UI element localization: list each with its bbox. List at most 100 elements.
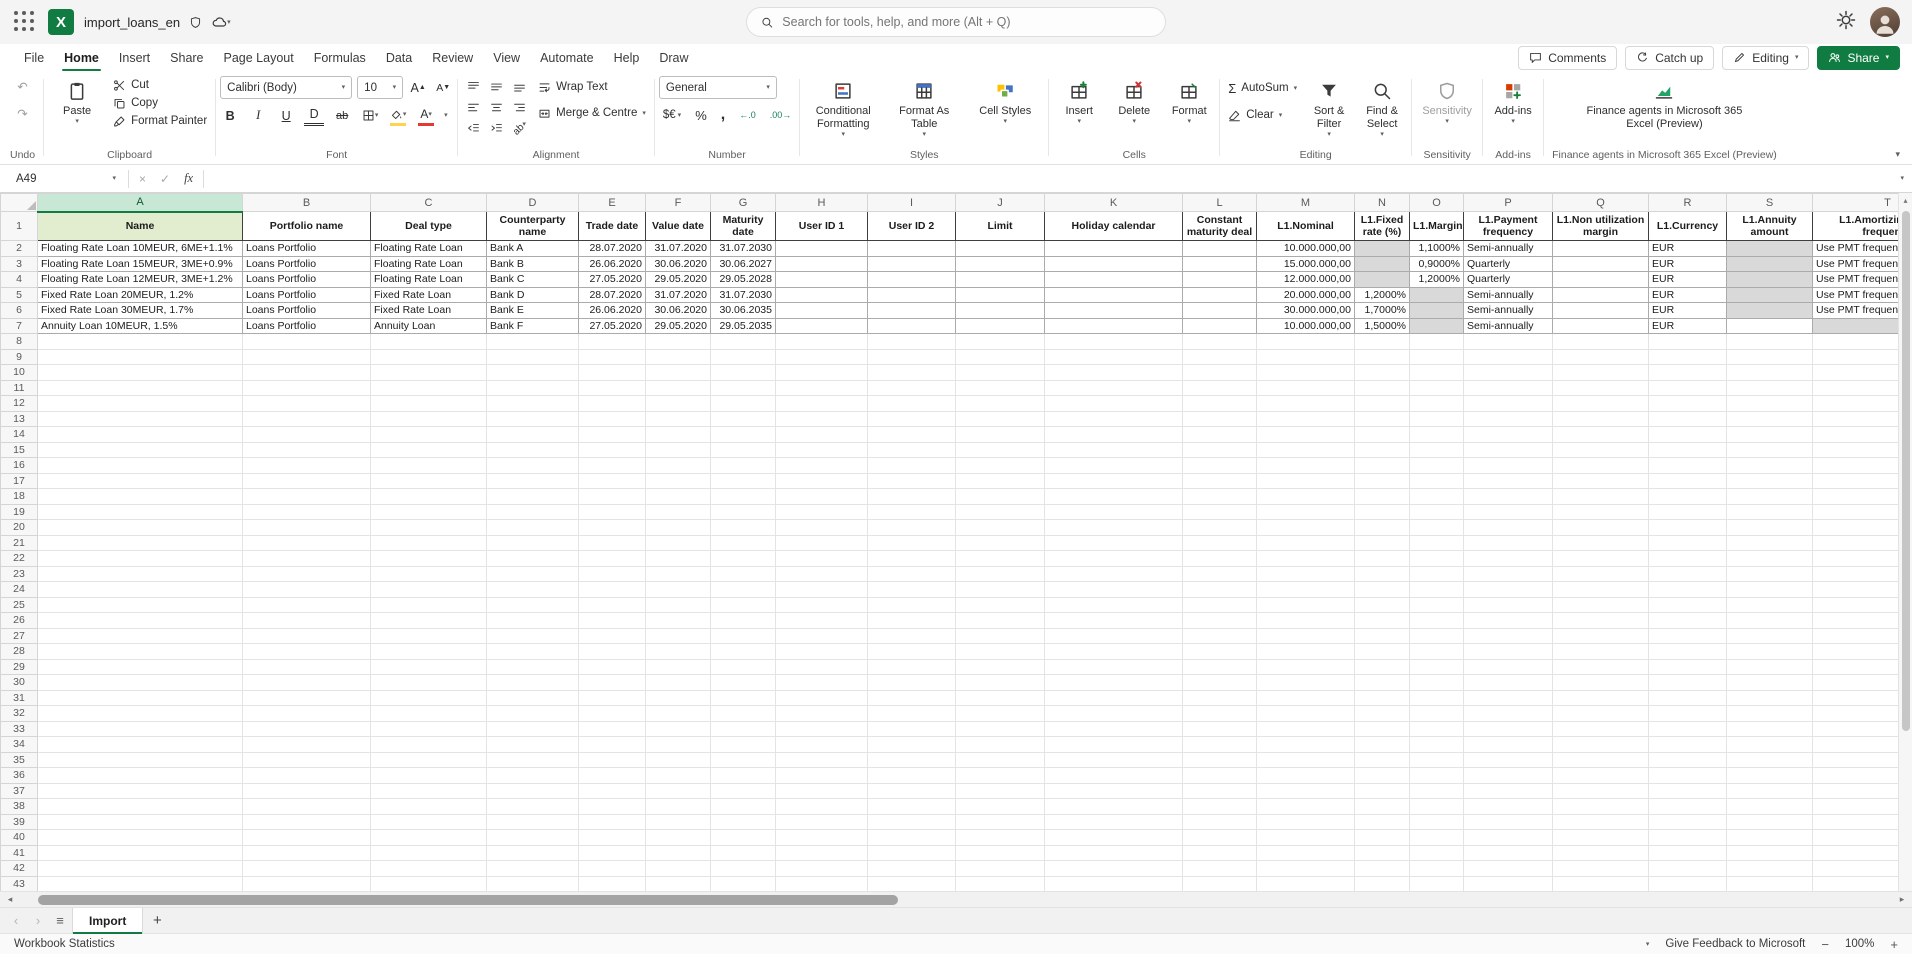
- cell-M20[interactable]: [1257, 520, 1355, 536]
- row-header-14[interactable]: 14: [1, 427, 38, 443]
- cell-A3[interactable]: Floating Rate Loan 15MEUR, 3ME+0.9%: [38, 256, 243, 272]
- cell-C10[interactable]: [371, 365, 487, 381]
- cell-Q14[interactable]: [1553, 427, 1649, 443]
- cell-J32[interactable]: [956, 706, 1045, 722]
- cell-Q35[interactable]: [1553, 752, 1649, 768]
- cell-Q43[interactable]: [1553, 876, 1649, 891]
- cell-N2[interactable]: [1355, 241, 1410, 257]
- row-header-21[interactable]: 21: [1, 535, 38, 551]
- cell-C8[interactable]: [371, 334, 487, 350]
- cell-B4[interactable]: Loans Portfolio: [243, 272, 371, 288]
- cell-H37[interactable]: [776, 783, 868, 799]
- cell-D2[interactable]: Bank A: [487, 241, 579, 257]
- cell-P14[interactable]: [1464, 427, 1553, 443]
- cell-Q5[interactable]: [1553, 287, 1649, 303]
- cell-B40[interactable]: [243, 830, 371, 846]
- cell-G7[interactable]: 29.05.2035: [711, 318, 776, 334]
- cell-S5[interactable]: [1727, 287, 1813, 303]
- cell-J3[interactable]: [956, 256, 1045, 272]
- cell-A13[interactable]: [38, 411, 243, 427]
- cell-E20[interactable]: [579, 520, 646, 536]
- cell-J31[interactable]: [956, 690, 1045, 706]
- cell-C37[interactable]: [371, 783, 487, 799]
- row-header-31[interactable]: 31: [1, 690, 38, 706]
- cell-E34[interactable]: [579, 737, 646, 753]
- cell-I16[interactable]: [868, 458, 956, 474]
- cell-S26[interactable]: [1727, 613, 1813, 629]
- cell-H43[interactable]: [776, 876, 868, 891]
- cell-O8[interactable]: [1410, 334, 1464, 350]
- cell-N14[interactable]: [1355, 427, 1410, 443]
- cell-K42[interactable]: [1045, 861, 1183, 877]
- cell-O40[interactable]: [1410, 830, 1464, 846]
- cell-D11[interactable]: [487, 380, 579, 396]
- cell-H20[interactable]: [776, 520, 868, 536]
- cell-F19[interactable]: [646, 504, 711, 520]
- cell-G33[interactable]: [711, 721, 776, 737]
- cell-O10[interactable]: [1410, 365, 1464, 381]
- cell-E29[interactable]: [579, 659, 646, 675]
- cell-B6[interactable]: Loans Portfolio: [243, 303, 371, 319]
- cell-N19[interactable]: [1355, 504, 1410, 520]
- cell-O6[interactable]: [1410, 303, 1464, 319]
- text-orientation-icon[interactable]: ab▾: [505, 114, 534, 143]
- cell-R23[interactable]: [1649, 566, 1727, 582]
- cell-M43[interactable]: [1257, 876, 1355, 891]
- column-header-I[interactable]: I: [868, 194, 956, 212]
- column-header-J[interactable]: J: [956, 194, 1045, 212]
- cell-Q3[interactable]: [1553, 256, 1649, 272]
- cell-J9[interactable]: [956, 349, 1045, 365]
- cell-R33[interactable]: [1649, 721, 1727, 737]
- cell-K19[interactable]: [1045, 504, 1183, 520]
- cell-R34[interactable]: [1649, 737, 1727, 753]
- cell-L20[interactable]: [1183, 520, 1257, 536]
- cell-D26[interactable]: [487, 613, 579, 629]
- cell-S11[interactable]: [1727, 380, 1813, 396]
- cell-S28[interactable]: [1727, 644, 1813, 660]
- cell-D39[interactable]: [487, 814, 579, 830]
- cell-S39[interactable]: [1727, 814, 1813, 830]
- cell-L23[interactable]: [1183, 566, 1257, 582]
- cell-C14[interactable]: [371, 427, 487, 443]
- cell-B15[interactable]: [243, 442, 371, 458]
- autosave-cloud-icon[interactable]: ▾: [211, 14, 231, 30]
- cell-F26[interactable]: [646, 613, 711, 629]
- cell-Q10[interactable]: [1553, 365, 1649, 381]
- cell-A30[interactable]: [38, 675, 243, 691]
- cell-Q11[interactable]: [1553, 380, 1649, 396]
- cell-E7[interactable]: 27.05.2020: [579, 318, 646, 334]
- cell-N38[interactable]: [1355, 799, 1410, 815]
- cell-D38[interactable]: [487, 799, 579, 815]
- menu-tab-data[interactable]: Data: [376, 44, 422, 71]
- cell-M23[interactable]: [1257, 566, 1355, 582]
- cell-C16[interactable]: [371, 458, 487, 474]
- align-left-icon[interactable]: [464, 97, 484, 118]
- cell-Q36[interactable]: [1553, 768, 1649, 784]
- cell-M7[interactable]: 10.000.000,00: [1257, 318, 1355, 334]
- cell-O4[interactable]: 1,2000%: [1410, 272, 1464, 288]
- cell-R28[interactable]: [1649, 644, 1727, 660]
- cell-M3[interactable]: 15.000.000,00: [1257, 256, 1355, 272]
- cell-G23[interactable]: [711, 566, 776, 582]
- row-header-39[interactable]: 39: [1, 814, 38, 830]
- cell-A39[interactable]: [38, 814, 243, 830]
- feedback-button[interactable]: Give Feedback to Microsoft: [1665, 938, 1805, 950]
- menu-tab-file[interactable]: File: [14, 44, 54, 71]
- cell-I14[interactable]: [868, 427, 956, 443]
- cell-G20[interactable]: [711, 520, 776, 536]
- cell-G15[interactable]: [711, 442, 776, 458]
- cell-O39[interactable]: [1410, 814, 1464, 830]
- cell-S6[interactable]: [1727, 303, 1813, 319]
- cell-I35[interactable]: [868, 752, 956, 768]
- comments-button[interactable]: Comments: [1518, 46, 1617, 70]
- cell-M39[interactable]: [1257, 814, 1355, 830]
- bold-icon[interactable]: B: [220, 105, 240, 126]
- cell-P10[interactable]: [1464, 365, 1553, 381]
- cell-Q13[interactable]: [1553, 411, 1649, 427]
- cell-N20[interactable]: [1355, 520, 1410, 536]
- row-header-8[interactable]: 8: [1, 334, 38, 350]
- cell-A28[interactable]: [38, 644, 243, 660]
- cell-B42[interactable]: [243, 861, 371, 877]
- cell-L36[interactable]: [1183, 768, 1257, 784]
- cell-P6[interactable]: Semi-annually: [1464, 303, 1553, 319]
